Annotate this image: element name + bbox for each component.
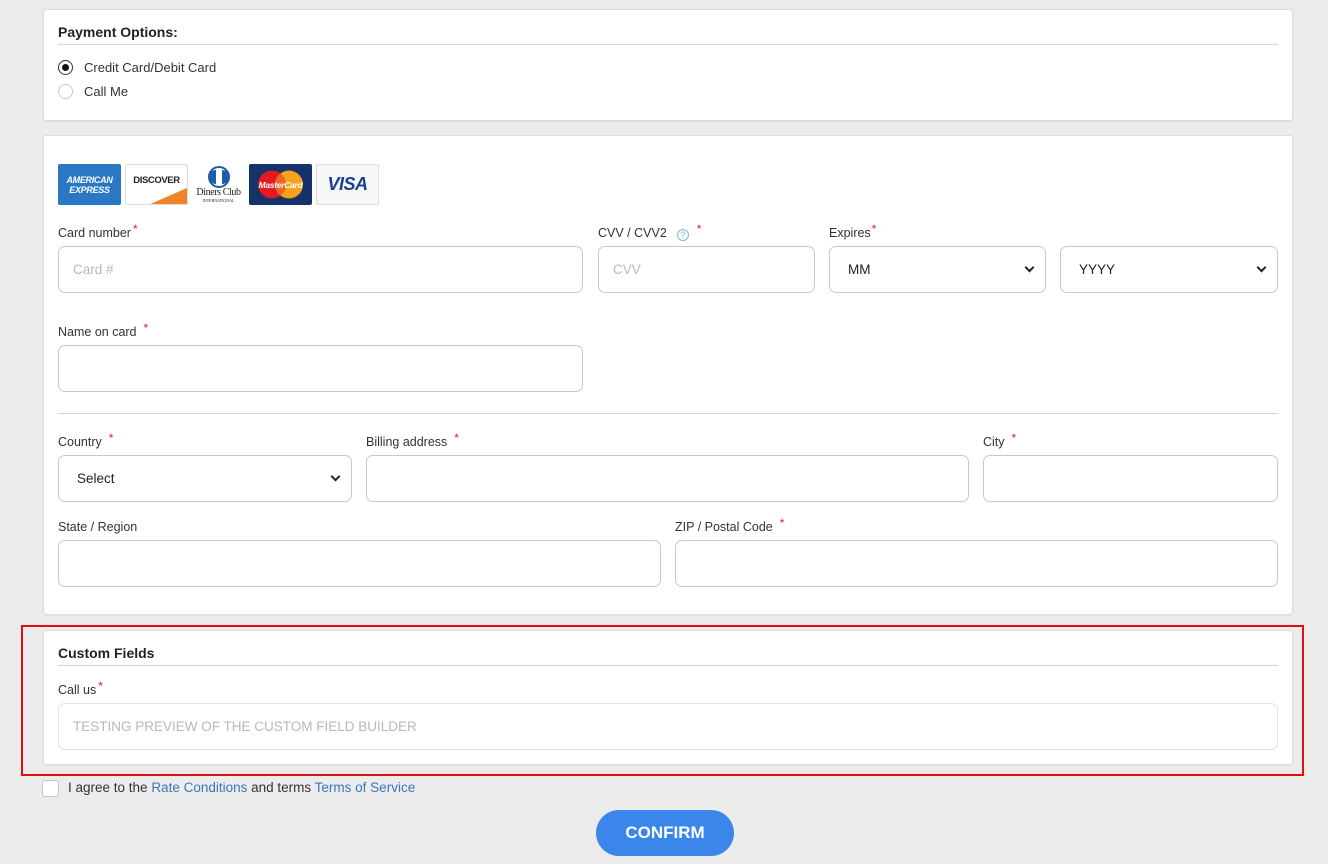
required-mark: * [1011, 431, 1017, 445]
expiry-year-value: YYYY [1079, 262, 1116, 277]
mastercard-logo: MasterCard [249, 164, 312, 205]
cvv-label-text: CVV / CVV2 [598, 226, 667, 240]
expiry-month-value: MM [848, 262, 871, 277]
expiry-year-select[interactable]: YYYY [1060, 246, 1278, 293]
divider [58, 44, 1278, 45]
payment-options-panel: Payment Options: Credit Card/Debit Card … [43, 9, 1293, 121]
discover-logo: DISCOVER [125, 164, 188, 205]
payment-option-label: Credit Card/Debit Card [84, 60, 217, 75]
chevron-down-icon [1256, 262, 1267, 273]
country-label: Country * [58, 431, 113, 449]
zip-input[interactable] [675, 540, 1278, 587]
required-mark: * [108, 431, 114, 445]
confirm-button[interactable]: CONFIRM [596, 810, 734, 856]
card-number-label: Card number * [58, 222, 138, 240]
payment-option-call-me[interactable]: Call Me [58, 84, 128, 99]
visa-logo: VISA [316, 164, 379, 205]
terms-of-service-link[interactable]: Terms of Service [315, 780, 416, 795]
required-mark: * [132, 222, 138, 236]
card-details-panel: AMERICAN EXPRESS DISCOVER Diners Club IN… [43, 135, 1293, 615]
name-on-card-label: Name on card * [58, 321, 148, 339]
name-on-card-input[interactable] [58, 345, 583, 392]
agreement-prefix: I agree to the [68, 780, 152, 795]
payment-options-title: Payment Options: [58, 24, 178, 40]
rate-conditions-link[interactable]: Rate Conditions [151, 780, 247, 795]
discover-swoosh-icon [150, 187, 187, 204]
highlight-box [21, 625, 1304, 776]
diners-club-subtext: INTERNATIONAL [202, 198, 235, 203]
divider [58, 413, 1278, 414]
diners-club-icon [207, 166, 230, 188]
expires-label: Expires* [829, 222, 876, 240]
chevron-down-icon [1024, 262, 1035, 273]
amex-logo-line1: AMERICAN [66, 174, 113, 185]
help-icon[interactable]: ? [676, 229, 689, 241]
name-on-card-label-text: Name on card [58, 325, 137, 339]
payment-option-label: Call Me [84, 84, 129, 99]
agreement-middle: and terms [247, 780, 315, 795]
country-select[interactable]: Select [58, 455, 352, 502]
zip-label: ZIP / Postal Code * [675, 516, 784, 534]
required-mark: * [779, 516, 785, 530]
required-mark: * [871, 222, 877, 236]
amex-logo-line2: EXPRESS [69, 184, 110, 195]
agreement-text: I agree to the Rate Conditions and terms… [68, 780, 415, 795]
expires-label-text: Expires [829, 226, 871, 240]
card-number-input[interactable] [58, 246, 583, 293]
visa-logo-text: VISA [327, 174, 368, 194]
city-label-text: City [983, 435, 1005, 449]
country-label-text: Country [58, 435, 102, 449]
billing-address-label: Billing address * [366, 431, 459, 449]
diners-club-logo: Diners Club INTERNATIONAL [192, 164, 245, 205]
amex-logo: AMERICAN EXPRESS [58, 164, 121, 205]
billing-address-label-text: Billing address [366, 435, 448, 449]
required-mark: * [143, 321, 149, 335]
country-select-value: Select [77, 471, 115, 486]
mastercard-logo-text: MasterCard [258, 179, 303, 190]
state-region-input[interactable] [58, 540, 661, 587]
city-label: City * [983, 431, 1016, 449]
required-mark: * [696, 222, 702, 236]
chevron-down-icon [330, 471, 341, 482]
card-number-label-text: Card number [58, 226, 131, 240]
radio-credit-card[interactable] [58, 60, 73, 75]
state-region-label-text: State / Region [58, 520, 138, 534]
city-input[interactable] [983, 455, 1278, 502]
radio-call-me[interactable] [58, 84, 73, 99]
diners-club-text: Diners Club [196, 187, 241, 198]
payment-option-credit-card[interactable]: Credit Card/Debit Card [58, 60, 216, 75]
agree-checkbox[interactable] [42, 780, 59, 797]
expiry-month-select[interactable]: MM [829, 246, 1046, 293]
billing-address-input[interactable] [366, 455, 969, 502]
zip-label-text: ZIP / Postal Code [675, 520, 773, 534]
state-region-label: State / Region [58, 520, 137, 534]
required-mark: * [454, 431, 459, 445]
cvv-label: CVV / CVV2? * [598, 222, 701, 241]
cvv-input[interactable] [598, 246, 815, 293]
